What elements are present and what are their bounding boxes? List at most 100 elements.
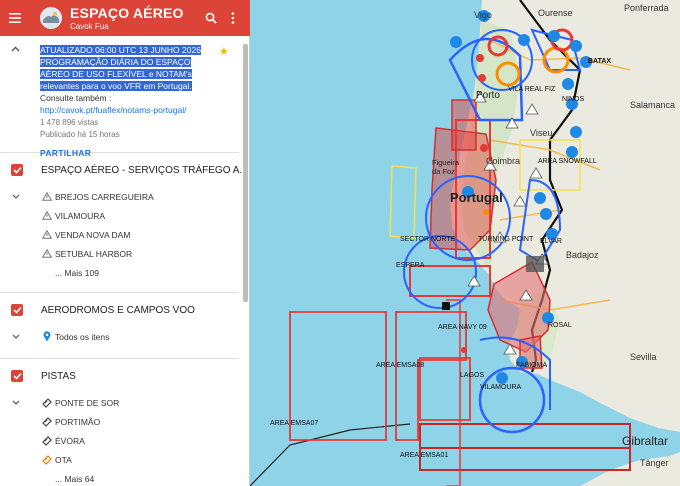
runway-icon: [42, 416, 52, 427]
list-item-label: OTA: [55, 454, 72, 465]
map-label-salamanca: Salamanca: [630, 100, 676, 110]
map-graphics: [250, 0, 680, 486]
list-item[interactable]: BREJOS CARREGUEIRA: [0, 187, 249, 206]
list-item[interactable]: PONTE DE SOR: [0, 393, 249, 412]
map-canvas[interactable]: Vigo Ourense Ponferrada BATAX Salamanca …: [250, 0, 680, 486]
sidebar-scrollbar[interactable]: [243, 44, 248, 302]
square-marker: [442, 302, 450, 310]
more-items-label[interactable]: ... Mais 64: [55, 474, 94, 484]
layer-title[interactable]: ESPAÇO AÉREO - SERVIÇOS TRÁFEGO A...: [41, 165, 248, 176]
map-label-portugal: Portugal: [450, 190, 503, 205]
map-label-espera: ESPERA: [396, 262, 425, 269]
marker-dot: [461, 347, 467, 353]
map-label-vilamoura: VILAMOURA: [480, 384, 522, 391]
list-item-label: PORTIMÃO: [55, 416, 101, 427]
warning-triangle-icon: [42, 211, 52, 221]
layer-checkbox[interactable]: [11, 304, 23, 316]
map-label-area-emsa01: AREA EMSA01: [400, 452, 449, 459]
chevron-down-icon[interactable]: [11, 334, 21, 339]
map-label-ponferrada: Ponferrada: [624, 3, 669, 13]
consult-link[interactable]: http://cavok.pt/fuaflex/notams-portugal/: [40, 105, 186, 115]
square-marker: [526, 256, 544, 272]
warning-triangle-icon: [42, 192, 52, 202]
chevron-down-icon[interactable]: [11, 194, 21, 199]
sidebar: ★ ATUALIZADO 06:00 UTC 13 JUNHO 2026 PRO…: [0, 36, 250, 486]
layer-checkbox[interactable]: [11, 164, 23, 176]
map-label-viseu: Viseu: [530, 128, 553, 138]
map-label-area-emsa07: AREA EMSA07: [270, 420, 319, 427]
airspace-yellow: [389, 165, 417, 239]
marker-dot: [483, 209, 489, 215]
menu-icon[interactable]: [2, 0, 28, 36]
list-item-label: ÉVORA: [55, 435, 85, 446]
marker-dot: [476, 54, 484, 62]
map-label-elvar: ELVAR: [540, 238, 562, 245]
map-label-turning-point: TURNING POINT: [478, 236, 534, 243]
more-items-label[interactable]: ... Mais 109: [55, 268, 99, 278]
airspace-red: [419, 447, 631, 471]
marker-dot: [478, 74, 486, 82]
list-item-label: VENDA NOVA DAM: [55, 229, 131, 240]
search-icon[interactable]: [200, 0, 222, 36]
layer-aerodromes: AERODROMOS E CAMPOS VOO Todos os itens: [0, 293, 249, 346]
map-label-vila-real: VILA REAL FIZ: [508, 86, 556, 93]
runway-icon: [42, 397, 52, 408]
list-item-label: VILAMOURA: [55, 210, 106, 221]
map-label-ourense: Ourense: [538, 8, 573, 18]
airspace-red: [419, 423, 631, 449]
star-icon[interactable]: ★: [219, 45, 229, 58]
runway-icon: [42, 454, 52, 465]
map-label-figueira: Figueira da Foz: [432, 158, 460, 176]
list-item[interactable]: VENDA NOVA DAM: [0, 225, 249, 244]
description-text: ATUALIZADO 06:00 UTC 13 JUNHO 2026 PROGR…: [40, 45, 201, 91]
avatar: [40, 7, 62, 29]
list-item-label: PONTE DE SOR: [55, 397, 120, 408]
app-title: ESPAÇO AÉREO: [70, 4, 184, 21]
map-description: ★ ATUALIZADO 06:00 UTC 13 JUNHO 2026 PRO…: [0, 36, 249, 158]
chevron-up-icon[interactable]: [11, 44, 20, 55]
list-item[interactable]: PORTIMÃO: [0, 412, 249, 431]
layer-title[interactable]: AERODROMOS E CAMPOS VOO: [41, 305, 195, 316]
more-items-link[interactable]: ... Mais 109: [0, 263, 249, 282]
map-label-porto: Porto: [476, 90, 500, 101]
list-item[interactable]: Todos os itens: [0, 327, 249, 346]
more-vert-icon[interactable]: [222, 0, 244, 36]
map-label-ninos: NINOS: [562, 96, 585, 103]
list-item-label: SETUBAL HARBOR: [55, 248, 133, 259]
view-count: 1 478 896 vistas: [40, 118, 99, 127]
runway-icon: [42, 435, 52, 446]
map-label-fabioma: FABIOMA: [516, 362, 548, 369]
marker-dot: [480, 144, 488, 152]
map-pin-icon: [42, 331, 52, 342]
layer-runways: PISTAS PONTE DE SOR PORTIMÃO ÉVORA OTA .…: [0, 359, 249, 486]
warning-triangle-icon: [42, 230, 52, 240]
layer-title[interactable]: PISTAS: [41, 371, 76, 382]
list-item-label: BREJOS CARREGUEIRA: [55, 191, 154, 202]
consult-text: Consulte também :: [40, 93, 112, 103]
chevron-down-icon[interactable]: [11, 400, 21, 405]
map-label-area-navy: AREA NAVY 09: [438, 324, 487, 331]
list-item[interactable]: ÉVORA: [0, 431, 249, 450]
list-item-label: Todos os itens: [55, 331, 110, 342]
map-label-vigo: Vigo: [474, 10, 492, 20]
map-label-tanger: Tânger: [640, 458, 669, 468]
ctr-circle: [478, 366, 546, 434]
map-label-bataix: BATAX: [588, 58, 612, 65]
more-items-link[interactable]: ... Mais 64: [0, 469, 249, 486]
map-label-rosal: ROSAL: [548, 322, 572, 329]
list-item[interactable]: OTA: [0, 450, 249, 469]
map-label-coimbra: Coimbra: [486, 156, 521, 166]
map-label-gibraltar: Gibraltar: [622, 434, 669, 448]
layer-checkbox[interactable]: [11, 370, 23, 382]
list-item[interactable]: SETUBAL HARBOR: [0, 244, 249, 263]
airspace-red: [419, 357, 471, 421]
map-label-sector-norte: SECTOR NORTE: [400, 236, 456, 243]
published-time: Publicado há 15 horas: [40, 130, 120, 139]
airspace-red: [409, 265, 491, 297]
list-item[interactable]: VILAMOURA: [0, 206, 249, 225]
app-subtitle: Cavok Fua: [70, 21, 109, 31]
warning-triangle-icon: [42, 249, 52, 259]
map-label-badajoz: Badajoz: [566, 250, 599, 260]
top-app-bar: ESPAÇO AÉREO Cavok Fua: [0, 0, 250, 36]
map-label-lagos: LAGOS: [460, 372, 485, 379]
